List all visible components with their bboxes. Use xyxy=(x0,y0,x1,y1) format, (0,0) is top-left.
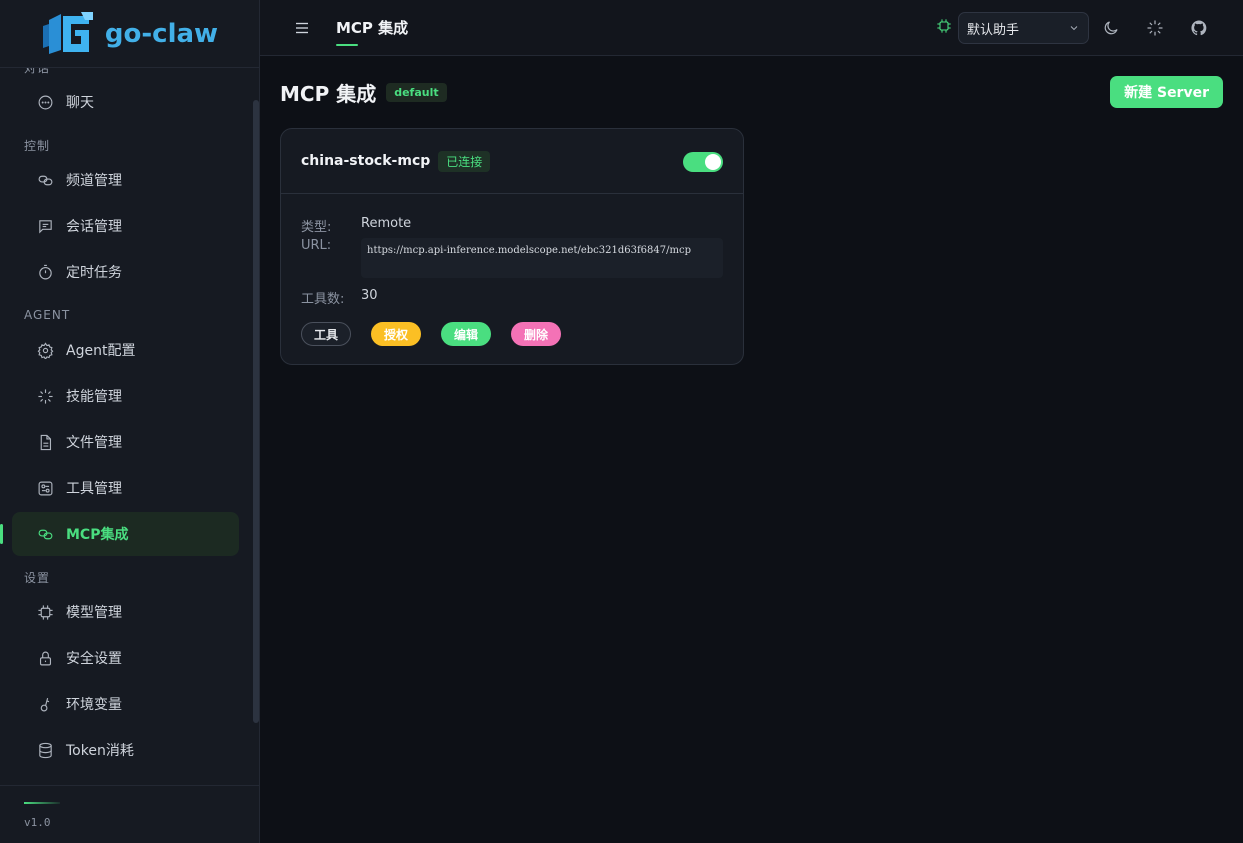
github-icon xyxy=(1191,20,1207,36)
sidebar-item-label: 工具管理 xyxy=(66,481,122,497)
sidebar-item-label: 会话管理 xyxy=(66,219,122,235)
sidebar-scrollbar[interactable] xyxy=(253,100,259,723)
type-row: 类型: Remote xyxy=(301,214,723,238)
sidebar-item-mcp[interactable]: MCP集成 xyxy=(0,512,239,556)
server-enable-toggle[interactable] xyxy=(683,152,723,172)
authorize-button[interactable]: 授权 xyxy=(371,322,422,346)
github-button[interactable] xyxy=(1177,19,1221,37)
sidebar-footer: v1.0 xyxy=(0,785,259,843)
url-label: URL: xyxy=(301,238,332,253)
server-card-header: china-stock-mcp 已连接 xyxy=(281,129,743,194)
sidebar-item-label: 文件管理 xyxy=(66,435,122,451)
group-label-control: 控制 xyxy=(24,138,51,153)
group-label-dialog: 对话 xyxy=(0,68,259,80)
topbar: MCP 集成 默认助手 xyxy=(260,0,1243,56)
sidebar-item-label: Token消耗 xyxy=(66,743,134,759)
database-icon xyxy=(36,741,54,759)
logo-text: go-claw xyxy=(104,18,219,49)
toggle-knob xyxy=(705,154,721,170)
link-icon xyxy=(36,171,54,189)
page-title: MCP 集成 xyxy=(336,19,409,46)
sidebar-item-label: Agent配置 xyxy=(66,343,136,359)
timer-icon xyxy=(36,263,54,281)
file-icon xyxy=(36,433,54,451)
gear-icon xyxy=(36,341,54,359)
sidebar-item-label: 聊天 xyxy=(66,95,94,111)
app-root: go-claw 对话 聊天 控制 频道管理 xyxy=(0,0,1243,843)
url-row: URL: https://mcp.api-inference.modelscop… xyxy=(301,238,723,278)
theme-toggle-button[interactable] xyxy=(1089,19,1133,37)
sidebar-item-agent-config[interactable]: Agent配置 xyxy=(12,328,239,372)
namespace-badge: default xyxy=(386,82,447,102)
assistant-select-value: 默认助手 xyxy=(967,22,1020,38)
moon-icon xyxy=(1104,21,1118,35)
message-square-icon xyxy=(36,217,54,235)
key-icon xyxy=(36,695,54,713)
status-badge: 已连接 xyxy=(438,150,491,172)
sidebar-nav[interactable]: 对话 聊天 控制 频道管理 xyxy=(0,68,259,785)
sidebar-item-label: 定时任务 xyxy=(66,265,122,281)
content: MCP 集成 default 新建 Server china-stock-mcp… xyxy=(260,56,1243,365)
sparkle-icon xyxy=(36,387,54,405)
sidebar-item-label: 安全设置 xyxy=(66,651,122,667)
toolbox-icon xyxy=(36,479,54,497)
sparkle-icon xyxy=(1147,20,1163,36)
link-icon xyxy=(36,525,54,543)
sidebar-item-tools[interactable]: 工具管理 xyxy=(12,466,239,510)
sidebar-item-token-usage[interactable]: Token消耗 xyxy=(12,728,239,772)
lock-icon xyxy=(36,649,54,667)
sidebar-item-scheduled-tasks[interactable]: 定时任务 xyxy=(12,250,239,294)
sidebar-item-label: MCP集成 xyxy=(66,527,129,543)
tools-button[interactable]: 工具 xyxy=(301,322,352,346)
menu-icon[interactable] xyxy=(292,18,312,38)
server-name: china-stock-mcp xyxy=(301,153,431,169)
main-area: MCP 集成 默认助手 MCP 集成 default 新建 Server chi… xyxy=(260,0,1243,843)
group-label-agent: AGENT xyxy=(24,308,71,322)
logo[interactable]: go-claw xyxy=(0,0,259,68)
sidebar-item-label: 模型管理 xyxy=(66,605,122,621)
version-label: v1.0 xyxy=(24,816,51,829)
sparkle-button[interactable] xyxy=(1133,19,1177,37)
chevron-down-icon xyxy=(1070,26,1078,31)
server-card-body: 类型: Remote URL: https://mcp.api-inferenc… xyxy=(281,194,743,346)
sidebar-item-files[interactable]: 文件管理 xyxy=(12,420,239,464)
tools-row: 工具数: 30 xyxy=(301,288,723,308)
type-value: Remote xyxy=(361,216,412,231)
chat-icon xyxy=(36,93,54,111)
logo-icon xyxy=(42,11,93,54)
sidebar-item-sessions[interactable]: 会话管理 xyxy=(12,204,239,248)
edit-button[interactable]: 编辑 xyxy=(441,322,492,346)
topbar-actions: 默认助手 xyxy=(936,0,1221,56)
server-card: china-stock-mcp 已连接 类型: Remote URL: http… xyxy=(280,128,744,365)
group-label-settings: 设置 xyxy=(24,570,51,585)
sidebar-item-label: 环境变量 xyxy=(66,697,122,713)
tools-count-value: 30 xyxy=(361,288,378,303)
url-value: https://mcp.api-inference.modelscope.net… xyxy=(361,238,723,278)
delete-button[interactable]: 删除 xyxy=(511,322,562,346)
sidebar-item-channels[interactable]: 频道管理 xyxy=(12,158,239,202)
divider xyxy=(24,802,60,804)
cpu-icon xyxy=(36,603,54,621)
sidebar-item-label: 频道管理 xyxy=(66,173,122,189)
sidebar-item-models[interactable]: 模型管理 xyxy=(12,590,239,634)
cpu-icon xyxy=(936,18,952,38)
server-actions: 工具 授权 编辑 删除 xyxy=(301,322,723,346)
type-label: 类型: xyxy=(301,220,332,235)
sidebar-item-label: 技能管理 xyxy=(66,389,122,405)
page-header: MCP 集成 default xyxy=(280,76,1223,108)
page-heading: MCP 集成 xyxy=(280,81,377,106)
tools-count-label: 工具数: xyxy=(301,292,345,307)
new-server-button[interactable]: 新建 Server xyxy=(1110,76,1223,108)
sidebar-item-security[interactable]: 安全设置 xyxy=(12,636,239,680)
sidebar-item-env-vars[interactable]: 环境变量 xyxy=(12,682,239,726)
sidebar-item-skills[interactable]: 技能管理 xyxy=(12,374,239,418)
sidebar: go-claw 对话 聊天 控制 频道管理 xyxy=(0,0,260,843)
assistant-select[interactable]: 默认助手 xyxy=(958,12,1089,44)
sidebar-item-chat[interactable]: 聊天 xyxy=(12,80,239,124)
